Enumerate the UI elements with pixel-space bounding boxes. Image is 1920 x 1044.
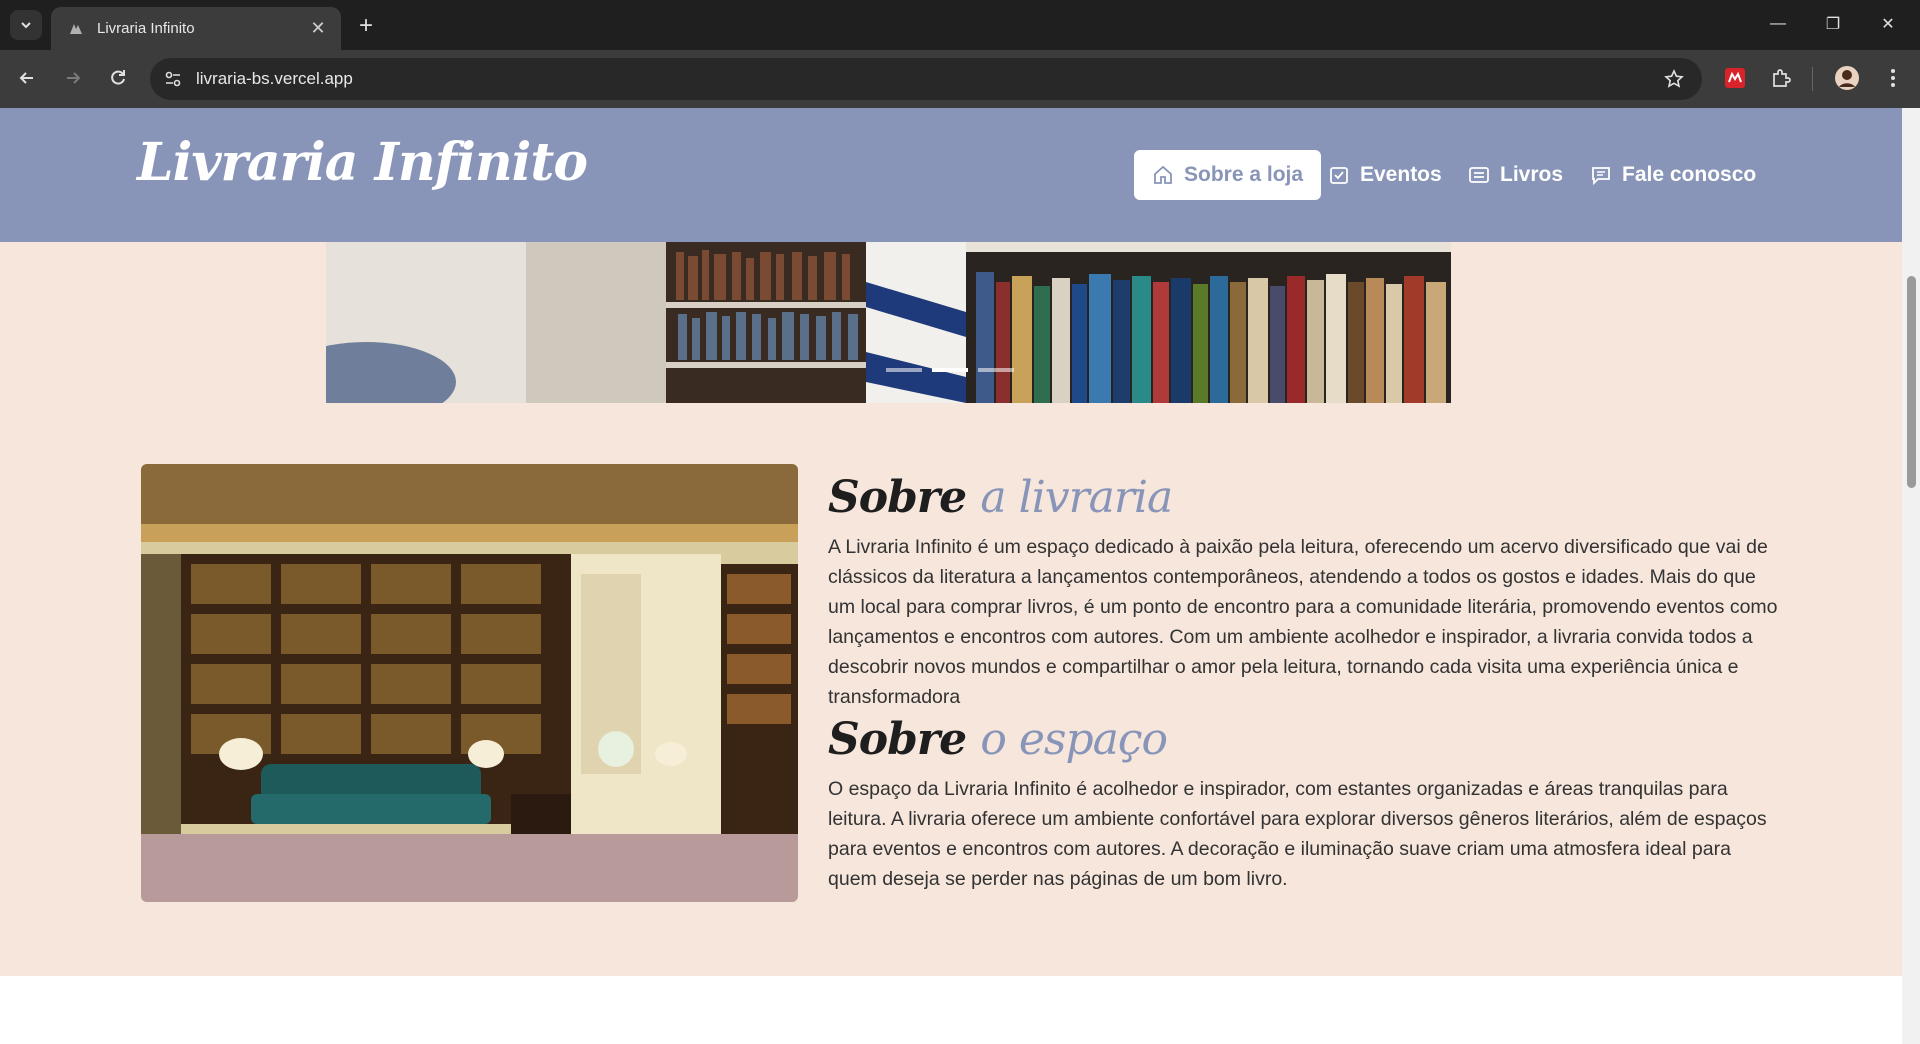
browser-toolbar: livraria-bs.vercel.app bbox=[0, 50, 1920, 108]
next-section bbox=[0, 976, 1902, 1044]
carousel-indicator-1[interactable] bbox=[886, 368, 922, 372]
reload-button[interactable] bbox=[101, 61, 135, 95]
minimize-button[interactable]: — bbox=[1756, 8, 1800, 40]
heading-sobre-o-espaco: Sobre o espaço bbox=[828, 714, 1168, 765]
toolbar-divider bbox=[1812, 67, 1813, 91]
site-favicon-icon bbox=[70, 23, 82, 34]
book-list-icon bbox=[1469, 167, 1489, 183]
library-room-photo bbox=[141, 464, 798, 902]
page-viewport: Livraria Infinito Sobre a loja Eventos L… bbox=[0, 108, 1920, 1044]
about-space-paragraph: O espaço da Livraria Infinito é acolhedo… bbox=[828, 778, 1767, 890]
heading-accent: o espaço bbox=[980, 714, 1168, 765]
site-header: Livraria Infinito Sobre a loja Eventos L… bbox=[0, 108, 1902, 242]
address-bar[interactable]: livraria-bs.vercel.app bbox=[150, 58, 1702, 100]
extensions-puzzle-icon[interactable] bbox=[1766, 63, 1796, 93]
back-button[interactable] bbox=[10, 61, 44, 95]
hero-carousel[interactable] bbox=[326, 242, 1451, 403]
heading-sobre-a-livraria: Sobre a livraria bbox=[828, 472, 1173, 523]
nav-sobre-a-loja[interactable]: Sobre a loja bbox=[1134, 150, 1322, 200]
nav-label: Sobre a loja bbox=[1184, 163, 1304, 186]
tab-title: Livraria Infinito bbox=[97, 20, 195, 37]
nav-eventos[interactable]: Eventos bbox=[1310, 150, 1460, 200]
carousel-slide-image bbox=[326, 242, 1451, 403]
calendar-check-icon bbox=[1330, 167, 1348, 184]
carousel-indicator-3[interactable] bbox=[978, 368, 1014, 372]
site-logo[interactable]: Livraria Infinito bbox=[137, 132, 588, 193]
carousel-indicator-2[interactable] bbox=[932, 368, 968, 372]
forward-button[interactable] bbox=[56, 61, 90, 95]
nav-label: Livros bbox=[1500, 163, 1564, 186]
reload-icon bbox=[111, 70, 125, 85]
tab-search-button[interactable] bbox=[10, 10, 42, 40]
arrow-left-icon bbox=[19, 72, 33, 84]
restore-button[interactable]: ❐ bbox=[1811, 8, 1855, 40]
chevron-down-icon bbox=[21, 22, 31, 29]
bookmark-star-icon[interactable] bbox=[1664, 69, 1684, 89]
about-section: Sobre a livraria A Livraria Infinito é u… bbox=[0, 242, 1902, 976]
site-settings-icon[interactable] bbox=[164, 70, 182, 88]
heading-main: Sobre bbox=[828, 472, 967, 523]
close-window-button[interactable]: ✕ bbox=[1866, 8, 1910, 40]
heading-main: Sobre bbox=[828, 714, 967, 765]
scrollbar-thumb[interactable] bbox=[1907, 276, 1916, 488]
arrow-right-icon bbox=[67, 72, 81, 84]
profile-avatar[interactable] bbox=[1832, 63, 1862, 93]
new-tab-button[interactable]: + bbox=[352, 12, 380, 40]
home-icon bbox=[1154, 165, 1172, 184]
close-tab-icon[interactable]: ✕ bbox=[307, 18, 329, 40]
extension-mendeley-icon[interactable] bbox=[1720, 63, 1750, 93]
nav-label: Eventos bbox=[1360, 163, 1442, 186]
chat-icon bbox=[1592, 167, 1610, 186]
nav-livros[interactable]: Livros bbox=[1450, 150, 1581, 200]
about-store-paragraph: A Livraria Infinito é um espaço dedicado… bbox=[828, 536, 1778, 708]
page-scrollbar[interactable] bbox=[1902, 108, 1920, 1044]
url-text: livraria-bs.vercel.app bbox=[196, 69, 353, 88]
nav-fale-conosco[interactable]: Fale conosco bbox=[1572, 150, 1774, 200]
nav-label: Fale conosco bbox=[1622, 163, 1757, 186]
browser-tab-strip: Livraria Infinito ✕ + — ❐ ✕ bbox=[0, 0, 1920, 50]
browser-tab[interactable]: Livraria Infinito ✕ bbox=[51, 7, 341, 50]
heading-accent: a livraria bbox=[980, 472, 1173, 523]
browser-menu-icon[interactable] bbox=[1878, 63, 1908, 93]
